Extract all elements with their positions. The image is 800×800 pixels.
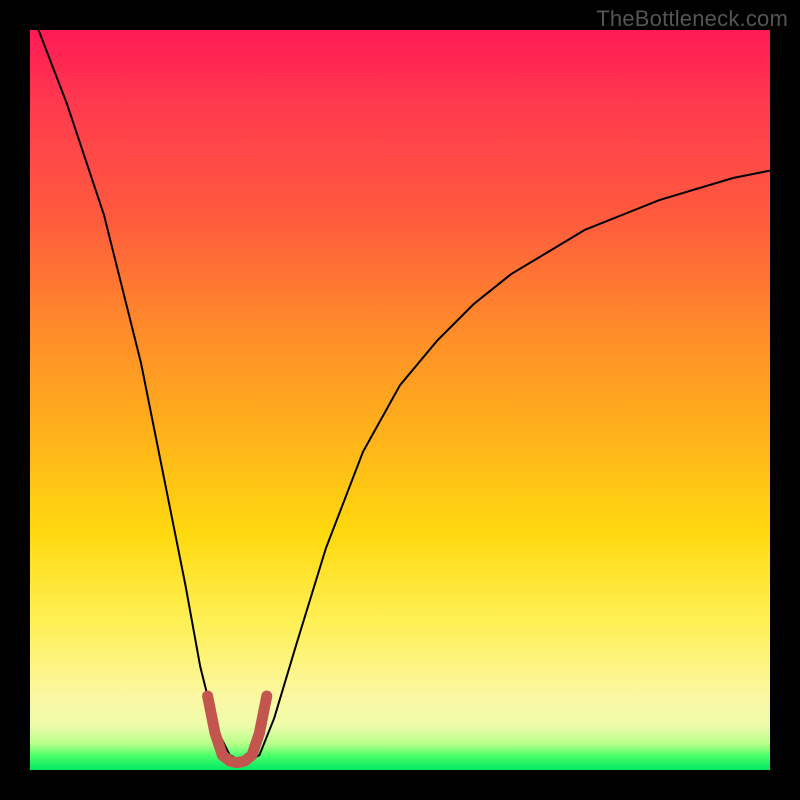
chart-plot-area: [30, 30, 770, 770]
optimal-zone-marker-path: [208, 696, 267, 763]
watermark-text: TheBottleneck.com: [596, 6, 788, 32]
chart-svg: [30, 30, 770, 770]
bottleneck-curve-path: [30, 30, 770, 763]
